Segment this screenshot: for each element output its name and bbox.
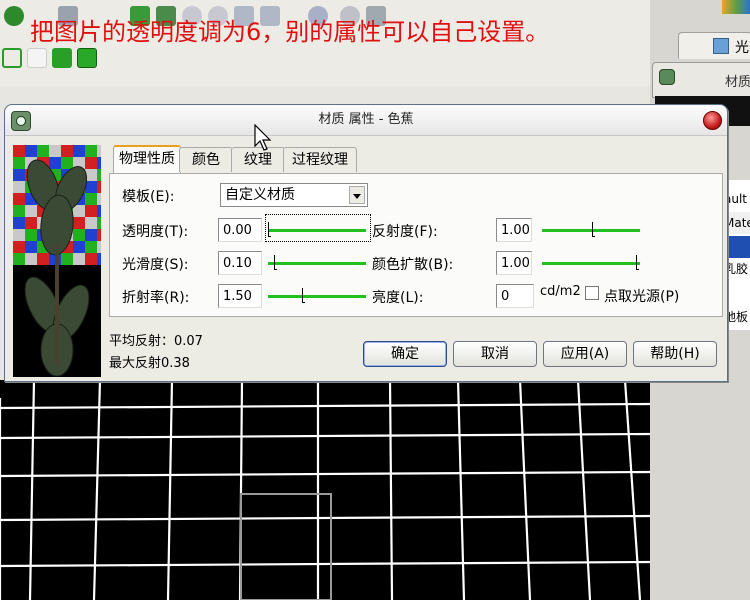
luminance-input[interactable]: 0: [496, 284, 534, 308]
tab-color[interactable]: 颜色: [179, 147, 233, 172]
3d-viewport[interactable]: [0, 380, 650, 600]
mouse-cursor-icon: [254, 124, 272, 151]
transparency-label: 透明度(T):: [122, 224, 189, 240]
slider-track: [542, 229, 640, 232]
material-panel-icon: [659, 69, 675, 85]
chevron-down-icon[interactable]: [349, 186, 365, 204]
reflectance-slider[interactable]: [538, 220, 644, 240]
close-button[interactable]: [703, 111, 722, 130]
refraction-input[interactable]: 1.50: [218, 284, 262, 308]
smoothness-label: 光滑度(S):: [122, 257, 189, 273]
instruction-annotation: 把图片的透明度调为6，别的属性可以自己设置。: [30, 18, 550, 46]
color-bleed-slider[interactable]: [538, 253, 644, 273]
slider-thumb[interactable]: [274, 255, 277, 270]
tab-procedural-texture[interactable]: 过程纹理: [283, 147, 357, 172]
template-label: 模板(E):: [122, 189, 175, 205]
luminance-unit: cd/m2: [540, 284, 581, 299]
material-preview-image: [13, 145, 101, 377]
luminance-label: 亮度(L):: [372, 290, 424, 306]
slider-track: [542, 262, 640, 265]
tab-physical-properties[interactable]: 物理性质: [113, 145, 181, 173]
slider-thumb[interactable]: [302, 288, 305, 303]
reflectance-input[interactable]: 1.00: [496, 218, 532, 242]
physical-properties-panel: 模板(E): 自定义材质 透明度(T): 0.00 反射度(F): 1.00 光…: [109, 173, 723, 317]
refraction-slider[interactable]: [264, 286, 370, 306]
apply-button[interactable]: 应用(A): [543, 341, 627, 367]
slider-thumb[interactable]: [268, 222, 271, 237]
dialog-titlebar[interactable]: 材质 属性 - 色蕉: [5, 105, 727, 136]
template-dropdown[interactable]: 自定义材质: [220, 183, 368, 207]
transparency-input[interactable]: 0.00: [218, 218, 262, 242]
light-tab-label: 光: [735, 40, 749, 56]
render-cube-icon[interactable]: [77, 48, 97, 68]
tab-bar: 物理性质 颜色 纹理 过程纹理: [109, 145, 721, 173]
hidden-cube-icon[interactable]: [27, 48, 47, 68]
slider-thumb[interactable]: [592, 222, 595, 237]
slider-track: [268, 295, 366, 298]
wireframe-cube-icon[interactable]: [2, 48, 22, 68]
average-reflect-text: 平均反射：0.07: [109, 334, 203, 349]
material-panel-label: 材质: [725, 75, 750, 90]
ok-button[interactable]: 确定: [363, 341, 447, 367]
light-tab-icon: [713, 38, 729, 54]
slider-track: [268, 229, 366, 232]
windows-logo-icon: [722, 0, 750, 14]
material-panel-header: 材质: [652, 62, 750, 98]
floor-grid: [0, 380, 650, 600]
green-circle-icon[interactable]: [4, 6, 24, 26]
reflect-stats: 平均反射：0.07 最大反射0.38: [109, 331, 203, 375]
material-properties-dialog: 材质 属性 - 色蕉 物理性质 颜色 纹理 过程纹理 模板(E): 自定义材质 …: [4, 104, 728, 382]
transparency-slider[interactable]: [264, 220, 370, 240]
smoothness-input[interactable]: 0.10: [218, 251, 262, 275]
light-tab[interactable]: 光: [678, 32, 750, 59]
cancel-button[interactable]: 取消: [453, 341, 537, 367]
slider-thumb[interactable]: [636, 255, 639, 270]
shaded-cube-icon[interactable]: [52, 48, 72, 68]
color-bleed-label: 颜色扩散(B):: [372, 257, 454, 273]
template-value: 自定义材质: [225, 187, 295, 203]
dialog-title: 材质 属性 - 色蕉: [318, 112, 414, 127]
smoothness-slider[interactable]: [264, 253, 370, 273]
refraction-label: 折射率(R):: [122, 290, 190, 306]
slider-track: [268, 262, 366, 265]
help-button[interactable]: 帮助(H): [633, 341, 717, 367]
max-reflect-text: 最大反射0.38: [109, 356, 190, 371]
reflectance-label: 反射度(F):: [372, 224, 438, 240]
pick-light-label[interactable]: 点取光源(P): [604, 286, 679, 306]
pick-light-checkbox[interactable]: [585, 286, 599, 300]
color-bleed-input[interactable]: 1.00: [496, 251, 532, 275]
